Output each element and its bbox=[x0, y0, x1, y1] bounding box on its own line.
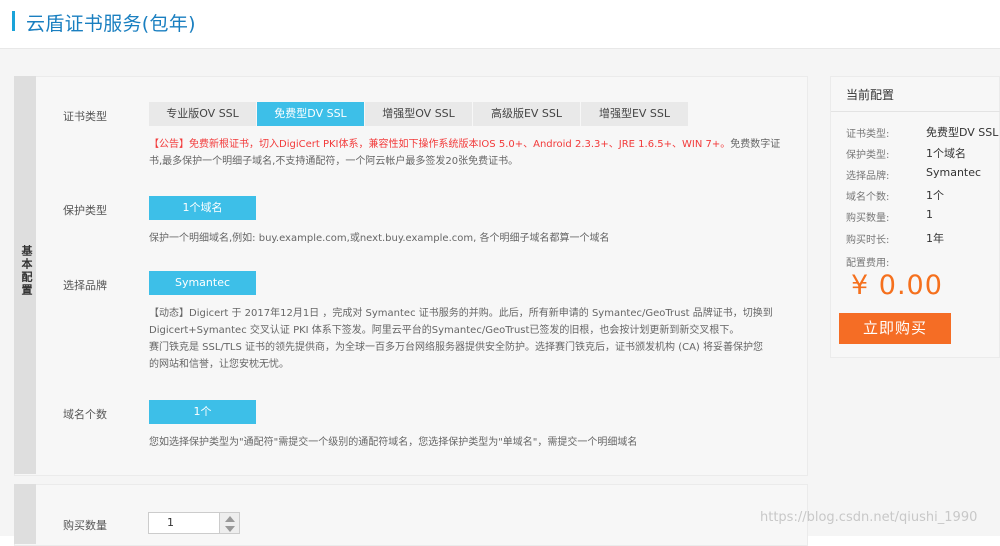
title-accent-bar bbox=[12, 11, 15, 31]
domain-count-label: 域名个数 bbox=[63, 408, 107, 421]
panel-title: 当前配置 bbox=[846, 88, 895, 102]
summary-value-domain-count: 1个 bbox=[926, 189, 944, 202]
domain-count-option-1[interactable]: 1个 bbox=[149, 400, 256, 424]
quantity-stepper[interactable] bbox=[220, 512, 240, 534]
brand-label: 选择品牌 bbox=[63, 279, 107, 292]
buy-now-button[interactable]: 立即购买 bbox=[839, 313, 951, 344]
cert-option-advanced-ev[interactable]: 高级版EV SSL bbox=[473, 102, 581, 126]
cert-notice-gray-1: 免费数字证 bbox=[730, 139, 781, 150]
purchase-section-tab bbox=[14, 484, 36, 544]
summary-value-protection: 1个域名 bbox=[926, 147, 966, 160]
brand-desc-line-1: 【动态】Digicert 于 2017年12月1日 ，完成对 Symantec … bbox=[149, 308, 773, 319]
cert-notice: 【公告】免费新根证书，切入DigiCert PKI体系，兼容性如下操作系统版本I… bbox=[149, 136, 799, 153]
brand-desc-line-4: 的网站和信誉，让您安枕无忧。 bbox=[149, 359, 289, 370]
brand-desc-line-3: 赛门铁克是 SSL/TLS 证书的领先提供商，为全球一百多万台网络服务器提供安全… bbox=[149, 342, 764, 353]
watermark: https://blog.csdn.net/qiushi_1990 bbox=[760, 510, 978, 525]
purchase-section bbox=[14, 484, 808, 546]
page-title: 云盾证书服务(包年) bbox=[26, 13, 196, 35]
domain-count-desc: 您如选择保护类型为"通配符"需提交一个级别的通配符域名，您选择保护类型为"单域名… bbox=[149, 437, 638, 448]
summary-value-duration: 1年 bbox=[926, 232, 944, 245]
cert-notice-red: 【公告】免费新根证书，切入DigiCert PKI体系，兼容性如下操作系统版本I… bbox=[149, 139, 731, 150]
cert-option-enhanced-ov[interactable]: 增强型OV SSL bbox=[365, 102, 473, 126]
summary-label-quantity: 购买数量: bbox=[846, 213, 890, 224]
page-header: 云盾证书服务(包年) bbox=[0, 0, 1000, 49]
section-tab-label: 基本配置 bbox=[20, 245, 33, 297]
brand-desc: 【动态】Digicert 于 2017年12月1日 ，完成对 Symantec … bbox=[149, 305, 799, 373]
panel-divider bbox=[831, 111, 1000, 112]
summary-value-brand: Symantec bbox=[926, 166, 982, 179]
summary-label-domain-count: 域名个数: bbox=[846, 192, 890, 203]
cert-option-free-dv[interactable]: 免费型DV SSL bbox=[257, 102, 365, 126]
protection-desc: 保护一个明细域名,例如: buy.example.com,或next.buy.e… bbox=[149, 233, 610, 244]
quantity-input[interactable]: 1 bbox=[148, 512, 220, 534]
summary-value-quantity: 1 bbox=[926, 208, 933, 221]
summary-value-cert-type: 免费型DV SSL bbox=[926, 126, 999, 139]
protection-option-single-domain[interactable]: 1个域名 bbox=[149, 196, 256, 220]
summary-label-brand: 选择品牌: bbox=[846, 171, 890, 182]
brand-option-symantec[interactable]: Symantec bbox=[149, 271, 256, 295]
summary-label-protection: 保护类型: bbox=[846, 150, 890, 161]
cert-option-pro-ov[interactable]: 专业版OV SSL bbox=[149, 102, 257, 126]
stepper-down-icon[interactable] bbox=[225, 526, 235, 532]
brand-desc-line-2: Digicert+Symantec 交叉认证 PKI 体系下签发。阿里云平台的S… bbox=[149, 325, 740, 336]
cert-option-enhanced-ev[interactable]: 增强型EV SSL bbox=[581, 102, 689, 126]
cert-notice-line-2: 书,最多保护一个明细子域名,不支持通配符，一个阿云帐户最多签发20张免费证书。 bbox=[149, 156, 519, 167]
cert-type-label: 证书类型 bbox=[63, 110, 107, 123]
summary-label-duration: 购买时长: bbox=[846, 235, 890, 246]
stepper-up-icon[interactable] bbox=[225, 516, 235, 522]
quantity-label: 购买数量 bbox=[63, 519, 107, 532]
price-value: ¥ 0.00 bbox=[851, 270, 943, 301]
protection-type-label: 保护类型 bbox=[63, 204, 107, 217]
summary-label-fee: 配置费用: bbox=[846, 258, 890, 269]
summary-label-cert-type: 证书类型: bbox=[846, 129, 890, 140]
